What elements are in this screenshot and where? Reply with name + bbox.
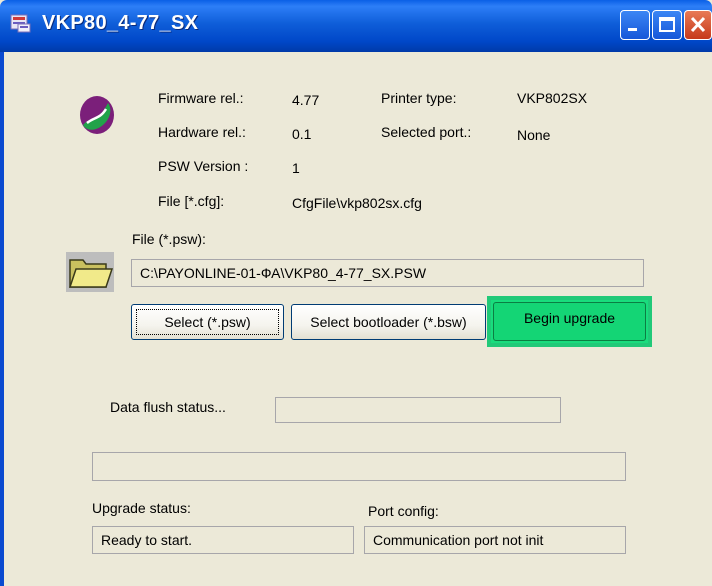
minimize-icon [628, 28, 637, 31]
data-flush-field [275, 397, 561, 423]
select-psw-button[interactable]: Select (*.psw) [131, 304, 284, 340]
maximize-icon [659, 17, 675, 32]
company-logo [80, 96, 114, 134]
psw-file-label: File (*.psw): [132, 231, 206, 247]
printer-type-value: VKP802SX [517, 90, 588, 106]
begin-upgrade-button[interactable]: Begin upgrade [487, 296, 652, 347]
folder-icon[interactable] [66, 252, 114, 292]
hardware-value: 0.1 [292, 126, 312, 142]
hardware-label: Hardware rel.: [158, 124, 246, 140]
selected-port-label: Selected port.: [381, 124, 472, 140]
window-frame [0, 52, 4, 586]
psw-version-label: PSW Version : [158, 158, 249, 174]
window-title: VKP80_4-77_SX [42, 12, 199, 34]
close-icon [690, 16, 706, 33]
upgrade-status-label: Upgrade status: [92, 500, 191, 516]
port-config-label: Port config: [368, 503, 439, 519]
data-flush-label: Data flush status... [110, 399, 226, 415]
select-bootloader-button[interactable]: Select bootloader (*.bsw) [291, 304, 486, 340]
progress-bar [92, 452, 626, 481]
port-config-field: Communication port not init [364, 526, 626, 554]
select-bootloader-label: Select bootloader (*.bsw) [310, 314, 467, 330]
selected-port-value: None [517, 127, 551, 143]
psw-path-field[interactable]: C:\PAYONLINE-01-ФА\VKP80_4-77_SX.PSW [131, 259, 644, 287]
close-button[interactable] [684, 10, 712, 40]
title-bar[interactable]: VKP80_4-77_SX [0, 0, 712, 52]
select-psw-label: Select (*.psw) [164, 314, 251, 330]
app-window: VKP80_4-77_SX Firmware rel.: 4.77 Printe… [0, 0, 712, 586]
firmware-value: 4.77 [292, 92, 320, 108]
minimize-button[interactable] [620, 10, 650, 40]
upgrade-status-field: Ready to start. [92, 526, 354, 554]
cfg-file-value: CfgFile\vkp802sx.cfg [292, 195, 422, 211]
cfg-file-label: File [*.cfg]: [158, 193, 225, 209]
psw-version-value: 1 [292, 160, 300, 176]
begin-upgrade-label: Begin upgrade [493, 302, 646, 341]
firmware-label: Firmware rel.: [158, 90, 244, 106]
maximize-button[interactable] [652, 10, 682, 40]
printer-type-label: Printer type: [381, 90, 457, 106]
app-icon [10, 14, 31, 33]
